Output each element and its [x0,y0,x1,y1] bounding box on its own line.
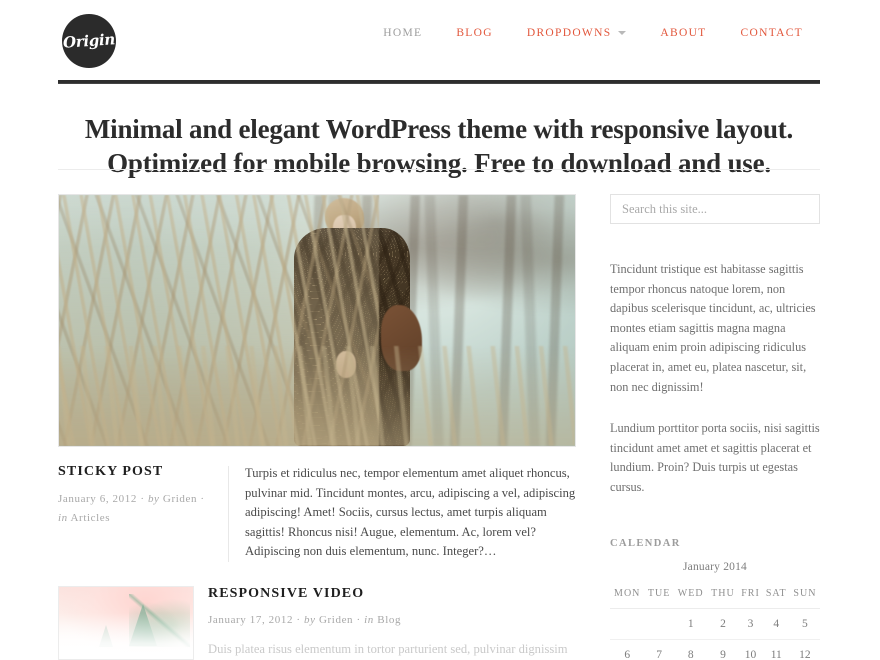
nav-item-about-label: ABOUT [660,27,707,39]
chevron-down-icon [618,31,627,35]
nav-item-blog[interactable]: BLOG [439,27,510,39]
calendar-cell: 5 [789,608,820,640]
calendar-cell: 4 [762,608,790,640]
meta-sep: · [200,493,205,505]
nav-item-blog-label: BLOG [456,27,493,39]
nav-item-home-label: HOME [383,27,423,39]
post-sticky-in-label: in [58,512,68,524]
calendar-cell: 10 [738,639,763,660]
search-input[interactable] [610,194,820,224]
sidebar-text-widget-2: Lundium porttitor porta sociis, nisi sag… [610,421,820,494]
post-sticky-category[interactable]: Articles [71,512,111,524]
calendar-day-header-mon: MON [610,582,645,609]
post-video-by-label: by [304,613,316,626]
sidebar: Tincidunt tristique est habitasse sagitt… [610,194,820,660]
calendar-table: January 2014 MON TUE WED THU FRI SAT SUN [610,561,820,660]
calendar-widget: CALENDAR January 2014 MON TUE WED THU FR… [610,538,820,660]
calendar-week-row: 6 7 8 9 10 11 12 [610,639,820,660]
primary-nav: HOME BLOG DROPDOWNS ABOUT CONTACT [366,27,820,39]
calendar-week-row: 1 2 3 4 5 [610,608,820,640]
calendar-cell: 7 [644,639,674,660]
site-logo[interactable]: Origin [62,14,116,68]
calendar-cell: 2 [707,608,739,640]
post-video-author[interactable]: Griden [319,614,353,626]
calendar-day-header-sat: SAT [762,582,790,609]
featured-image[interactable] [58,194,576,447]
calendar-day-header-thu: THU [707,582,739,609]
calendar-header-row: MON TUE WED THU FRI SAT SUN [610,582,820,609]
header-divider [58,80,820,84]
post-thumbnail-fade [59,586,193,659]
nav-item-about[interactable]: ABOUT [643,27,723,39]
calendar-day-header-wed: WED [673,582,708,609]
nav-item-contact-label: CONTACT [740,27,803,39]
post-video-date: January 17, 2012 [208,613,294,626]
post-responsive-video-title[interactable]: RESPONSIVE VIDEO [208,586,578,602]
post-video-category[interactable]: Blog [377,614,401,626]
post-sticky-author[interactable]: Griden [163,493,197,505]
post-responsive-video-body: RESPONSIVE VIDEO January 17, 2012 · by G… [194,586,578,660]
calendar-cell: 12 [789,639,820,660]
post-sticky: STICKY POST January 6, 2012 · by Griden … [58,464,578,562]
post-sticky-date: January 6, 2012 [58,493,137,505]
post-sticky-by-label: by [147,493,160,505]
post-sticky-meta-column: STICKY POST January 6, 2012 · by Griden … [58,464,228,562]
site-logo-text: Origin [62,30,116,52]
nav-item-dropdowns-label: DROPDOWNS [526,27,612,39]
page-root: Origin HOME BLOG DROPDOWNS ABOUT CONTACT… [0,0,880,660]
post-responsive-video-meta: January 17, 2012 · by Griden · in Blog [208,611,578,630]
post-video-in-label: in [364,613,374,626]
post-sticky-body: Turpis et ridiculus nec, tempor elementu… [229,464,578,562]
calendar-cell [610,608,645,640]
nav-item-contact[interactable]: CONTACT [724,27,820,39]
post-sticky-title[interactable]: STICKY POST [58,464,214,480]
post-responsive-video: RESPONSIVE VIDEO January 17, 2012 · by G… [58,585,578,660]
post-sticky-excerpt: Turpis et ridiculus nec, tempor elementu… [245,466,576,558]
calendar-cell: 1 [673,608,708,640]
site-header: Origin HOME BLOG DROPDOWNS ABOUT CONTACT [58,0,820,80]
featured-image-overlay [59,195,575,446]
calendar-cell: 9 [707,639,739,660]
calendar-caption: January 2014 [682,560,748,573]
main-content: STICKY POST January 6, 2012 · by Griden … [58,194,578,660]
calendar-cell: 6 [610,639,645,660]
calendar-widget-title: CALENDAR [610,537,681,549]
post-responsive-video-excerpt: Duis platea risus elementum in tortor pa… [208,641,568,656]
calendar-cell: 11 [762,639,790,660]
calendar-cell: 3 [738,608,763,640]
calendar-day-header-fri: FRI [738,582,763,609]
calendar-day-header-tue: TUE [644,582,674,609]
meta-sep: · [296,613,305,626]
calendar-day-header-sun: SUN [789,582,820,609]
post-sticky-meta: January 6, 2012 · by Griden · in Article… [58,490,214,528]
sidebar-text-widget-1: Tincidunt tristique est habitasse sagitt… [610,262,816,394]
nav-item-dropdowns[interactable]: DROPDOWNS [510,27,644,39]
headline-divider [58,169,820,170]
meta-sep: · [140,493,148,505]
nav-item-home[interactable]: HOME [366,27,439,39]
calendar-cell: 8 [673,639,708,660]
meta-sep: · [356,613,365,626]
calendar-cell [644,608,674,640]
post-thumbnail[interactable] [58,585,194,660]
